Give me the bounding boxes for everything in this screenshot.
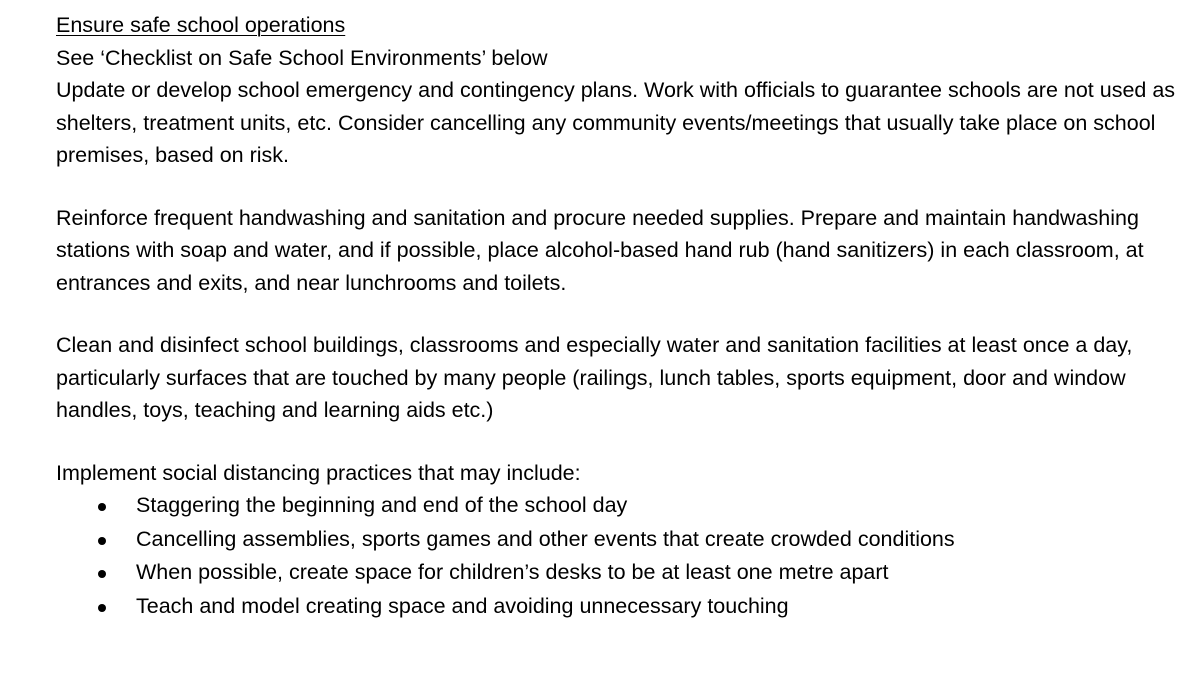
list-item: When possible, create space for children… (56, 556, 1176, 590)
paragraph-emergency-plans: Update or develop school emergency and c… (56, 78, 1176, 167)
document-body: Ensure safe school operations See ‘Check… (56, 9, 1176, 623)
see-also-reference: See ‘Checklist on Safe School Environmen… (56, 45, 548, 70)
paragraph-cleaning: Clean and disinfect school buildings, cl… (56, 333, 1133, 422)
bullet-icon (98, 503, 106, 511)
list-item: Staggering the beginning and end of the … (56, 489, 1176, 523)
bullet-icon (98, 536, 106, 545)
bullet-icon (98, 603, 106, 612)
bullet-icon (98, 570, 106, 578)
section-heading: Ensure safe school operations (56, 13, 346, 37)
list-item-text: Cancelling assemblies, sports games and … (136, 526, 955, 551)
list-item-text: Staggering the beginning and end of the … (136, 493, 628, 517)
list-item: Cancelling assemblies, sports games and … (56, 523, 1176, 557)
distancing-practices-list: Staggering the beginning and end of the … (56, 489, 1176, 623)
list-item-text: When possible, create space for children… (136, 560, 889, 584)
paragraph-handwashing: Reinforce frequent handwashing and sanit… (56, 205, 1144, 295)
list-intro: Implement social distancing practices th… (56, 460, 581, 485)
list-item: Teach and model creating space and avoid… (56, 590, 1176, 624)
list-item-text: Teach and model creating space and avoid… (136, 593, 789, 618)
